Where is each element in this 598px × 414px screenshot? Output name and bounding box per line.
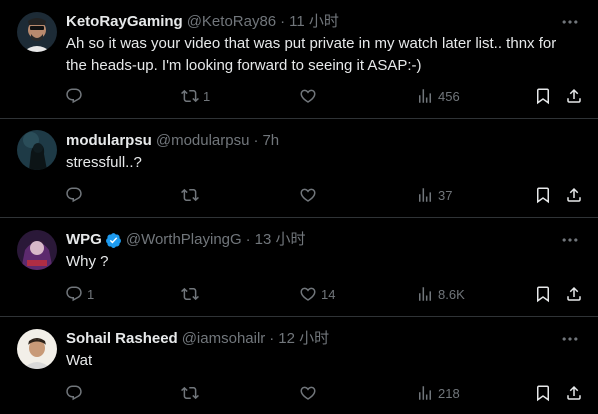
action-bar: 218 — [0, 381, 598, 405]
share-button[interactable] — [565, 381, 583, 405]
more-icon[interactable] — [560, 230, 582, 250]
share-icon — [565, 285, 583, 303]
retweet-icon — [181, 384, 199, 402]
share-icon — [565, 384, 583, 402]
like-count: 14 — [321, 286, 336, 302]
timestamp[interactable]: 11 小时 — [289, 12, 339, 32]
separator-dot: · — [280, 13, 286, 30]
timestamp[interactable]: 12 小时 — [278, 329, 329, 349]
views-button[interactable]: 8.6K — [416, 282, 465, 306]
like-button[interactable] — [299, 381, 321, 405]
share-button[interactable] — [565, 183, 583, 207]
like-button[interactable] — [299, 84, 321, 108]
retweet-icon — [181, 87, 199, 105]
avatar[interactable] — [17, 12, 57, 52]
avatar[interactable] — [17, 329, 57, 369]
tweet-text: stressfull..? — [66, 154, 142, 171]
tweet-header: WPG @WorthPlayingG · 13 小时 — [66, 230, 558, 250]
tweet-text: Ah so it was your video that was put pri… — [66, 35, 557, 74]
bookmark-button[interactable] — [534, 381, 552, 405]
views-icon — [416, 186, 434, 204]
tweet[interactable]: WPG @WorthPlayingG · 13 小时 Why ? 1 14 8.… — [0, 218, 598, 317]
timestamp[interactable]: 7h — [262, 131, 279, 151]
bookmark-button[interactable] — [534, 183, 552, 207]
action-bar: 1 456 — [0, 84, 598, 108]
separator-dot: · — [245, 231, 251, 248]
separator-dot: · — [253, 132, 259, 149]
view-count: 456 — [438, 88, 460, 104]
avatar[interactable] — [17, 230, 57, 270]
retweet-icon — [181, 285, 199, 303]
separator-dot: · — [269, 330, 275, 347]
timestamp[interactable]: 13 小时 — [255, 230, 306, 250]
tweet-text: Wat — [66, 352, 93, 369]
tweet-text: Why ? — [66, 253, 109, 270]
retweet-button[interactable] — [181, 381, 203, 405]
bookmark-button[interactable] — [534, 282, 552, 306]
author-handle[interactable]: @iamsohailr — [182, 329, 266, 349]
views-icon — [416, 285, 434, 303]
reply-icon — [65, 87, 83, 105]
heart-icon — [299, 285, 317, 303]
verified-badge-icon — [105, 232, 122, 249]
retweet-button[interactable] — [181, 282, 203, 306]
retweet-count: 1 — [203, 88, 211, 104]
heart-icon — [299, 384, 317, 402]
reply-button[interactable] — [65, 381, 87, 405]
tweet-header: modularpsu @modularpsu · 7h — [66, 131, 558, 151]
share-button[interactable] — [565, 84, 583, 108]
author-handle[interactable]: @KetoRay86 — [187, 12, 276, 32]
author-name[interactable]: Sohail Rasheed — [66, 329, 178, 349]
tweet[interactable]: KetoRayGaming @KetoRay86 · 11 小时 Ah so i… — [0, 0, 598, 119]
author-name[interactable]: WPG — [66, 230, 102, 250]
action-bar: 37 — [0, 183, 598, 207]
more-icon[interactable] — [560, 12, 582, 32]
reply-button[interactable] — [65, 84, 87, 108]
share-button[interactable] — [565, 282, 583, 306]
reply-count: 1 — [87, 286, 95, 302]
bookmark-icon — [534, 87, 552, 105]
avatar[interactable] — [17, 130, 57, 170]
views-button[interactable]: 37 — [416, 183, 452, 207]
view-count: 218 — [438, 385, 460, 401]
retweet-button[interactable] — [181, 183, 203, 207]
action-bar: 1 14 8.6K — [0, 282, 598, 306]
like-button[interactable]: 14 — [299, 282, 335, 306]
tweet-header: KetoRayGaming @KetoRay86 · 11 小时 — [66, 12, 558, 32]
share-icon — [565, 87, 583, 105]
bookmark-icon — [534, 285, 552, 303]
share-icon — [565, 186, 583, 204]
views-icon — [416, 87, 434, 105]
author-handle[interactable]: @modularpsu — [156, 131, 250, 151]
views-icon — [416, 384, 434, 402]
retweet-icon — [181, 186, 199, 204]
more-icon[interactable] — [560, 329, 582, 349]
tweet[interactable]: modularpsu @modularpsu · 7h stressfull..… — [0, 119, 598, 218]
author-name[interactable]: modularpsu — [66, 131, 152, 151]
reply-button[interactable] — [65, 183, 87, 207]
author-handle[interactable]: @WorthPlayingG — [126, 230, 242, 250]
bookmark-button[interactable] — [534, 84, 552, 108]
views-button[interactable]: 218 — [416, 381, 460, 405]
reply-icon — [65, 384, 83, 402]
reply-button[interactable]: 1 — [65, 282, 94, 306]
reply-icon — [65, 285, 83, 303]
tweet[interactable]: Sohail Rasheed @iamsohailr · 12 小时 Wat 2… — [0, 317, 598, 414]
author-name[interactable]: KetoRayGaming — [66, 12, 183, 32]
bookmark-icon — [534, 186, 552, 204]
bookmark-icon — [534, 384, 552, 402]
heart-icon — [299, 186, 317, 204]
retweet-button[interactable]: 1 — [181, 84, 210, 108]
views-button[interactable]: 456 — [416, 84, 460, 108]
view-count: 37 — [438, 187, 453, 203]
view-count: 8.6K — [438, 286, 465, 302]
like-button[interactable] — [299, 183, 321, 207]
tweet-header: Sohail Rasheed @iamsohailr · 12 小时 — [66, 329, 558, 349]
heart-icon — [299, 87, 317, 105]
reply-icon — [65, 186, 83, 204]
